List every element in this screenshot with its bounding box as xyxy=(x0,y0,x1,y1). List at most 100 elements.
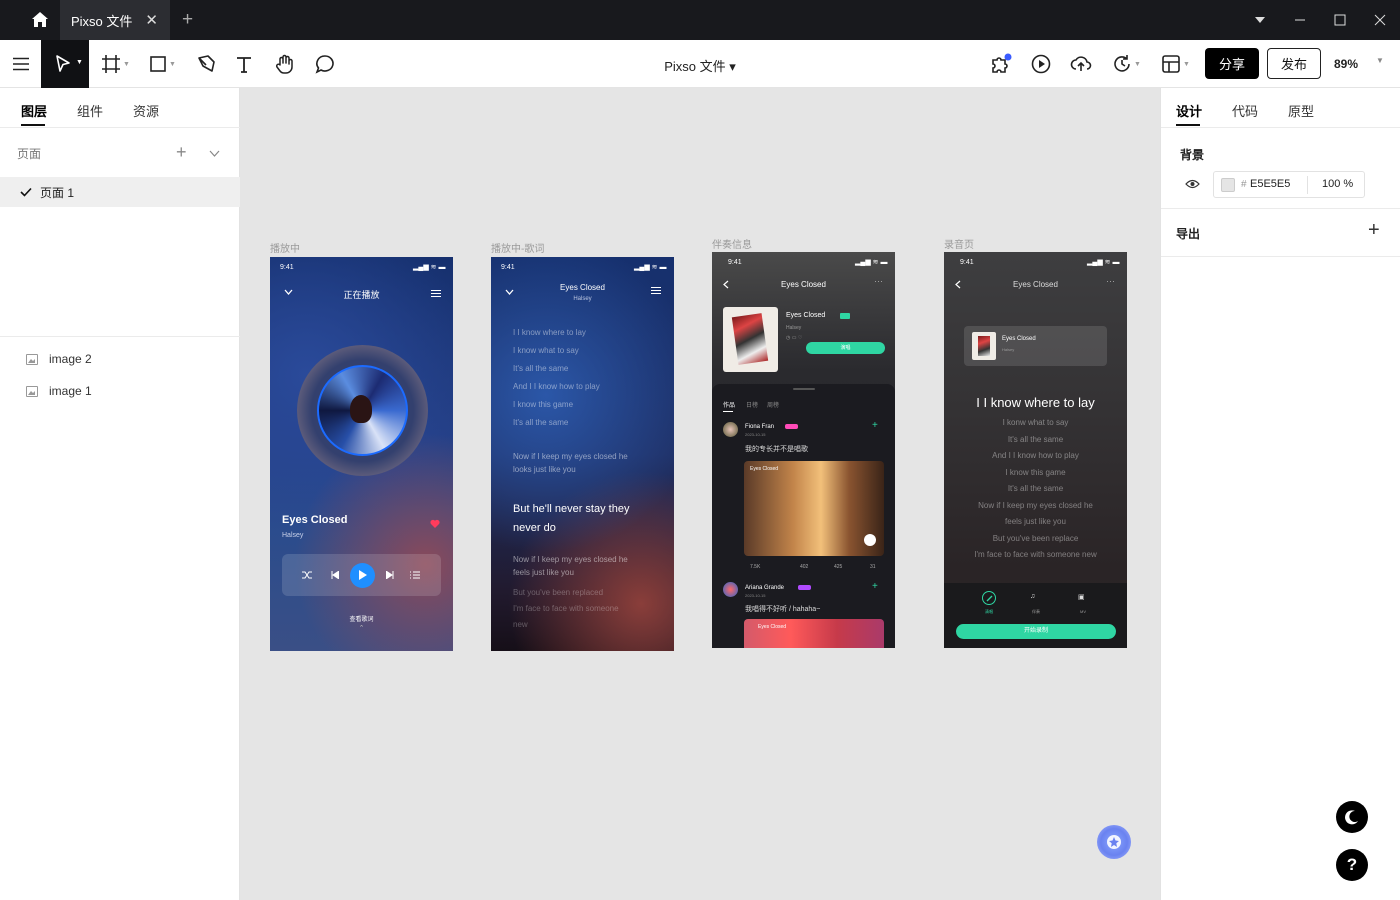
tab-prototype[interactable]: 原型 xyxy=(1288,101,1314,120)
toolbar: ▼ ▼ ▼ Pixso 文件 ▾ ▼ ▼ 分享 发布 89% ▼ xyxy=(0,40,1400,88)
frame-accompaniment[interactable]: 9:41 ▂▄▆ ≋ ▬ Eyes Closed ··· Eyes Closed… xyxy=(712,252,895,648)
lyric-line: But you've been replace xyxy=(992,533,1079,543)
play-prototype-icon[interactable] xyxy=(1031,52,1051,76)
frame-recording[interactable]: 9:41 ▂▄▆ ≋ ▬ Eyes Closed ··· Eyes Closed… xyxy=(944,252,1127,648)
lyric-line: And I I know how to play xyxy=(992,451,1079,460)
design-panel: 设计 代码 原型 背景 # E5E5E5 100 % 导出 + ? xyxy=(1160,88,1400,900)
lyric-line: feels just like you xyxy=(513,568,574,577)
tab-assets[interactable]: 资源 xyxy=(133,101,159,120)
active-tab-indicator xyxy=(21,124,45,126)
active-tab-indicator xyxy=(1176,124,1200,126)
user-name: Ariana Grande xyxy=(745,585,785,591)
lyric-line: It's all the same xyxy=(1007,434,1064,444)
lyric-line: I know this game xyxy=(1005,467,1066,477)
mode-accomp-icon: ♫ xyxy=(1030,593,1036,600)
zoom-dropdown-icon[interactable]: ▼ xyxy=(1376,56,1384,65)
file-tab[interactable]: Pixso 文件 ✕ xyxy=(60,0,170,40)
user-name: Fiona Fran xyxy=(745,424,775,430)
artist-name: Halsey xyxy=(786,325,802,331)
start-record-button: 开始录制 xyxy=(956,624,1116,639)
follow-icon: + xyxy=(872,581,878,592)
canvas[interactable]: 播放中 9:41 ▂▄▆ ≋ ▬ 正在播放 Eyes Closed Halsey… xyxy=(240,88,1160,900)
share-button[interactable]: 分享 xyxy=(1205,48,1259,79)
page-name: 页面 1 xyxy=(40,185,75,200)
post-text: 我的专长并不是唱歌 xyxy=(745,446,808,453)
lyric-line: And I I know how to play xyxy=(513,382,600,391)
add-tab-icon[interactable]: + xyxy=(182,9,193,31)
tab-design[interactable]: 设计 xyxy=(1176,101,1202,120)
song-title: Eyes Closed xyxy=(786,312,826,319)
artist-name: Halsey xyxy=(573,296,592,302)
page-item[interactable]: 页面 1 xyxy=(0,177,240,207)
hex-value[interactable]: E5E5E5 xyxy=(1250,178,1290,190)
lyric-line: Now if I keep my eyes closed he xyxy=(978,500,1093,510)
tab-code[interactable]: 代码 xyxy=(1232,101,1258,120)
layer-item[interactable]: image 2 xyxy=(26,352,92,366)
collapse-pages-icon[interactable] xyxy=(209,146,220,160)
export-label: 导出 xyxy=(1176,227,1201,241)
color-swatch[interactable] xyxy=(1221,178,1235,192)
album-cover xyxy=(972,332,996,360)
frame-playing[interactable]: 9:41 ▂▄▆ ≋ ▬ 正在播放 Eyes Closed Halsey 查看歌… xyxy=(270,257,453,651)
lyric-line: But you've been replaced xyxy=(513,588,604,597)
publish-button[interactable]: 发布 xyxy=(1267,48,1321,79)
song-title: Eyes Closed xyxy=(560,283,605,292)
upload-icon[interactable] xyxy=(1070,52,1092,76)
stat-likes: 7.5K xyxy=(750,564,761,570)
list-icon xyxy=(431,290,441,297)
background-color-field[interactable]: # E5E5E5 100 % xyxy=(1213,171,1365,198)
tab-components[interactable]: 组件 xyxy=(77,101,103,120)
lyric-line: feels just like you xyxy=(1005,517,1066,526)
dropdown-icon[interactable] xyxy=(1248,8,1272,32)
layout-icon[interactable]: ▼ xyxy=(1161,52,1190,76)
heart-icon xyxy=(430,519,440,528)
next-icon xyxy=(386,571,394,579)
lyrics-list: I I know where to lay I know what to say… xyxy=(513,324,600,432)
user-badge xyxy=(798,585,811,590)
zoom-level[interactable]: 89% xyxy=(1334,57,1358,71)
opacity-value[interactable]: 100 % xyxy=(1322,178,1353,190)
status-time: 9:41 xyxy=(960,259,974,266)
layer-item[interactable]: image 1 xyxy=(26,384,92,398)
tab-underline xyxy=(723,411,733,412)
frame-lyrics[interactable]: 9:41 ▂▄▆ ≋ ▬ Eyes Closed Halsey I I know… xyxy=(491,257,674,651)
history-icon[interactable]: ▼ xyxy=(1112,52,1141,76)
tab-layers[interactable]: 图层 xyxy=(21,101,47,120)
hash-symbol: # xyxy=(1241,179,1247,190)
image-layer-icon xyxy=(26,385,38,397)
layer-name: image 1 xyxy=(49,384,92,398)
maximize-icon[interactable] xyxy=(1328,8,1352,32)
video-thumbnail: Eyes Closed xyxy=(744,461,884,556)
add-page-icon[interactable]: + xyxy=(176,142,187,163)
frame-label[interactable]: 伴奏信息 xyxy=(712,236,752,251)
layers-panel: 图层 组件 资源 页面 + 页面 1 image 2 image 1 xyxy=(0,88,240,900)
status-time: 9:41 xyxy=(728,259,742,266)
stat-gifts: 425 xyxy=(834,564,843,570)
add-export-icon[interactable]: + xyxy=(1368,219,1380,242)
close-tab-icon[interactable]: ✕ xyxy=(145,11,158,29)
lyric-line: I'm face to face with someone new xyxy=(974,550,1097,559)
close-window-icon[interactable] xyxy=(1368,8,1392,32)
document-title[interactable]: Pixso 文件 ▾ xyxy=(0,56,1400,75)
home-icon[interactable] xyxy=(22,10,58,30)
status-time: 9:41 xyxy=(280,264,294,271)
help-icon[interactable]: ? xyxy=(1336,849,1368,881)
avatar xyxy=(723,422,738,437)
chevron-up-icon: ⌃ xyxy=(358,625,365,632)
ai-assistant-icon[interactable] xyxy=(1097,825,1131,859)
frame-label[interactable]: 播放中 xyxy=(270,240,300,255)
lyric-line: never do xyxy=(513,522,556,534)
dark-mode-icon[interactable] xyxy=(1336,801,1368,833)
lyric-paragraph: But you've been replaced I'm face to fac… xyxy=(513,585,619,633)
lyric-line: I know this game xyxy=(513,400,574,409)
lyric-line: I'm face to face with someone xyxy=(513,604,619,613)
status-time: 9:41 xyxy=(501,264,515,271)
frame-label[interactable]: 播放中-歌词 xyxy=(491,240,544,255)
eye-icon[interactable] xyxy=(1185,179,1200,189)
plugins-icon[interactable] xyxy=(990,52,1012,76)
list-icon xyxy=(651,287,661,294)
lyric-paragraph: Now if I keep my eyes closed he looks ju… xyxy=(513,450,628,476)
frame-label[interactable]: 录音页 xyxy=(944,236,974,251)
minimize-icon[interactable] xyxy=(1288,8,1312,32)
hq-badge xyxy=(840,313,850,319)
